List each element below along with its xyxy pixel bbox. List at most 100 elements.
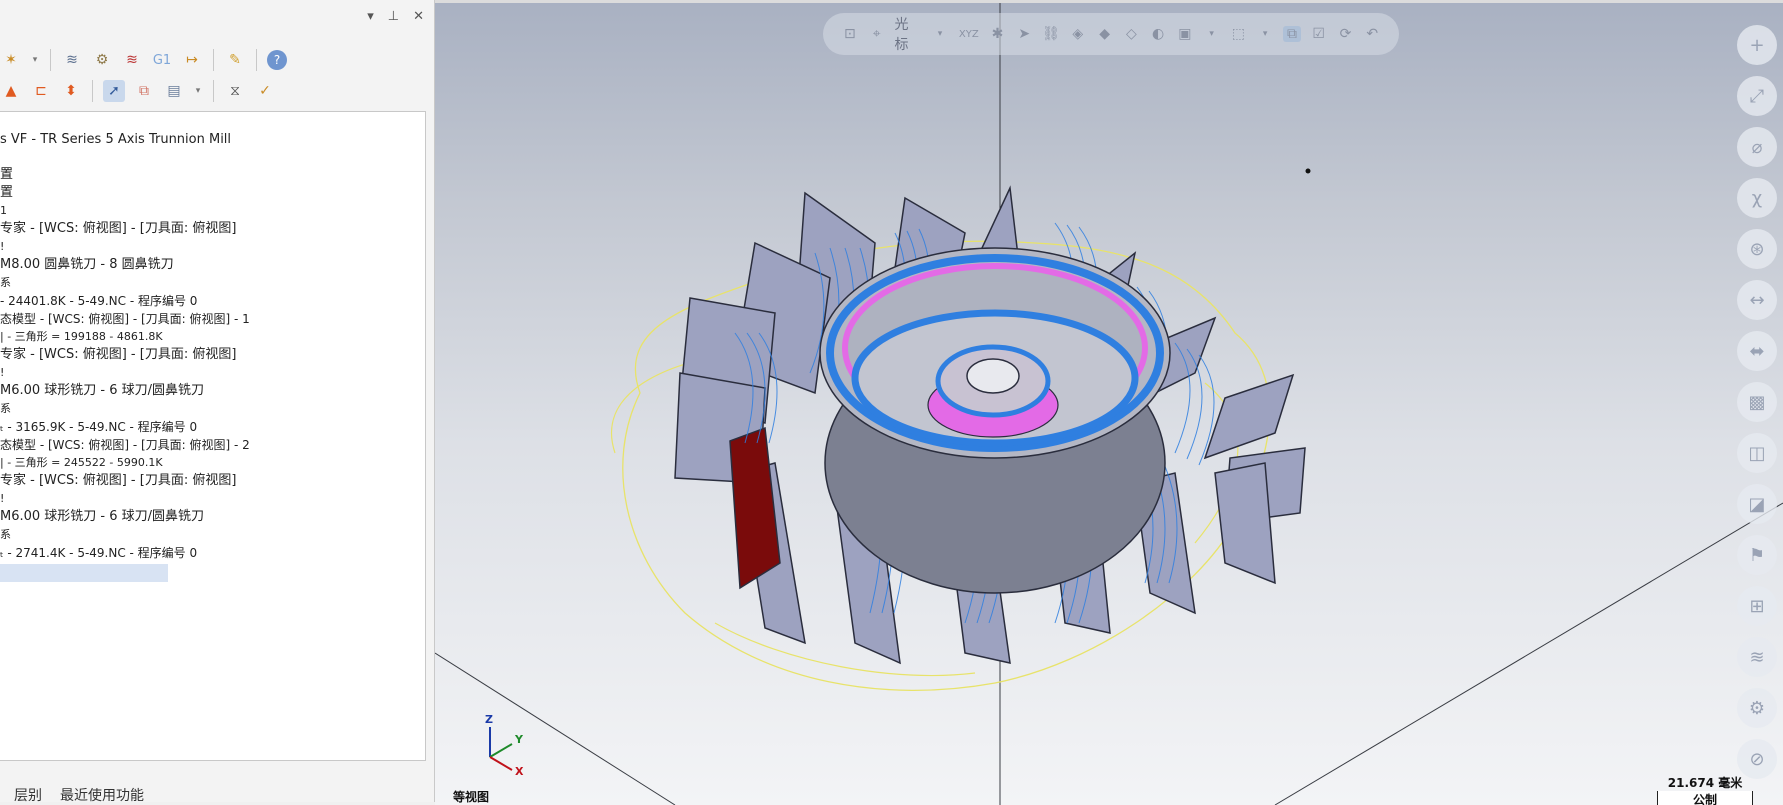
tree-item-operation[interactable]: 专家 - [WCS: 俯视图] - [刀具面: 俯视图] bbox=[0, 346, 236, 364]
cancel-icon[interactable]: ⊘ bbox=[1737, 739, 1777, 779]
dropdown-icon[interactable]: ▾ bbox=[931, 29, 949, 39]
solid-select-icon[interactable]: ◈ bbox=[1069, 26, 1087, 42]
dropdown-icon[interactable]: ▾ bbox=[1256, 29, 1274, 39]
axis-label-x: X bbox=[515, 765, 524, 778]
tree-item[interactable]: 置 bbox=[0, 184, 13, 202]
highlight-icon[interactable]: ✎ bbox=[224, 49, 246, 71]
filter-icon[interactable]: ▤ bbox=[163, 80, 185, 102]
selected-blade bbox=[729, 426, 781, 590]
pin-icon[interactable]: ⊥ bbox=[388, 10, 399, 24]
scale-indicator: 21.674 毫米 公制 bbox=[1657, 774, 1753, 805]
dropdown-icon[interactable]: ▾ bbox=[1203, 29, 1221, 39]
xyz-icon[interactable]: XYZ bbox=[958, 29, 980, 40]
pin-dropdown-icon[interactable]: ▾ bbox=[367, 10, 374, 24]
backplot-icon[interactable]: ⧖ bbox=[224, 80, 246, 102]
close-icon[interactable]: ✕ bbox=[413, 10, 424, 24]
flag-icon[interactable]: ⚑ bbox=[1737, 535, 1777, 575]
help-icon[interactable]: ? bbox=[267, 50, 287, 70]
scale-unit: 公制 bbox=[1692, 793, 1717, 805]
tree-item-tool[interactable]: M8.00 圆鼻铣刀 - 8 圆鼻铣刀 bbox=[0, 256, 174, 274]
verify-select-icon[interactable]: ▣ bbox=[1176, 26, 1194, 42]
tree-item[interactable]: ! bbox=[0, 490, 4, 508]
updown-icon[interactable]: ⬍ bbox=[60, 80, 82, 102]
color-select-icon[interactable]: ◐ bbox=[1149, 26, 1167, 42]
tree-item-tool[interactable]: M6.00 球形铣刀 - 6 球刀/圆鼻铣刀 bbox=[0, 382, 204, 400]
tree-item[interactable]: ! bbox=[0, 238, 4, 256]
tree-item[interactable]: ! bbox=[0, 364, 4, 382]
floor-line bbox=[435, 652, 676, 805]
grid-icon[interactable]: ⊞ bbox=[1737, 586, 1777, 626]
rotate-icon[interactable]: ⊛ bbox=[1737, 229, 1777, 269]
color-icon[interactable]: ◪ bbox=[1737, 484, 1777, 524]
tree-item-operation[interactable]: 专家 - [WCS: 俯视图] - [刀具面: 俯视图] bbox=[0, 220, 236, 238]
snap-icon[interactable]: ✱ bbox=[989, 26, 1007, 42]
gear-icon[interactable]: ⚙ bbox=[1737, 688, 1777, 728]
views-icon[interactable]: ◫ bbox=[1737, 433, 1777, 473]
tree-item-machine[interactable]: s VF - TR Series 5 Axis Trunnion Mill bbox=[0, 131, 231, 149]
viewport-right-toolbar: + ⤢ ⌀ χ ⊛ ↔ ⬌ ▩ ◫ ◪ ⚑ ⊞ ≋ ⚙ ⊘ bbox=[1733, 25, 1783, 785]
panel-bottom-tabs: 层别 最近使用功能 bbox=[0, 782, 434, 805]
tree-item-tool[interactable]: M6.00 球形铣刀 - 6 球刀/圆鼻铣刀 bbox=[0, 508, 204, 526]
tree-item[interactable]: 置 bbox=[0, 166, 13, 184]
panel-header: ▾ ⊥ ✕ bbox=[367, 10, 424, 24]
cursor-dot bbox=[1305, 168, 1311, 174]
axis-triad bbox=[489, 727, 513, 771]
tab-recent-functions[interactable]: 最近使用功能 bbox=[60, 785, 144, 805]
tree-item-nc-file[interactable]: ₜ - 2741.4K - 5-49.NC - 程序编号 0 bbox=[0, 544, 197, 562]
refresh-icon[interactable]: ⟳ bbox=[1337, 26, 1355, 42]
diameter-icon[interactable]: ⌀ bbox=[1737, 127, 1777, 167]
model-scene bbox=[435, 3, 1783, 805]
chain-icon[interactable]: ⛓ bbox=[1042, 26, 1060, 42]
lock-icon[interactable]: ⊡ bbox=[841, 26, 859, 42]
toolpath-op-icon[interactable]: ✶ bbox=[0, 49, 22, 71]
tree-item[interactable]: | - 三角形 = 199188 - 4861.8K bbox=[0, 328, 163, 346]
dirty-regen-icon[interactable]: ≋ bbox=[121, 49, 143, 71]
tree-item-nc-file[interactable]: - 24401.8K - 5-49.NC - 程序编号 0 bbox=[0, 292, 197, 310]
post-icon[interactable]: ↦ bbox=[181, 49, 203, 71]
toolpath-display-icon[interactable]: ⧉ bbox=[133, 80, 155, 102]
axis-icon[interactable]: ⤢ bbox=[1737, 76, 1777, 116]
tree-item-stock[interactable]: 态模型 - [WCS: 俯视图] - [刀具面: 俯视图] - 1 bbox=[0, 310, 250, 328]
tree-item[interactable]: | - 三角形 = 245522 - 5990.1K bbox=[0, 454, 163, 472]
zoom-in-icon[interactable]: + bbox=[1737, 25, 1777, 65]
verify-icon[interactable]: ✓ bbox=[254, 80, 276, 102]
distance-icon[interactable]: ↔ bbox=[1737, 280, 1777, 320]
cube-icon[interactable]: ▩ bbox=[1737, 382, 1777, 422]
tree-item[interactable]: 系 bbox=[0, 400, 11, 418]
select-arrow-icon[interactable]: ➤ bbox=[1015, 26, 1033, 42]
window-select-icon[interactable]: ⬚ bbox=[1230, 26, 1248, 42]
dropdown-icon[interactable]: ▾ bbox=[30, 49, 40, 71]
all-select-icon[interactable]: ⧉ bbox=[1283, 26, 1301, 42]
dropdown-icon[interactable]: ▾ bbox=[193, 80, 203, 102]
axis-label-z: Z bbox=[485, 713, 493, 726]
viewport-selection-bar: ⊡ ⌖ 光标 ▾ XYZ ✱ ➤ ⛓ ◈ ◆ ◇ ◐ ▣ ▾ ⬚ ▾ ⧉ ☑ ⟳… bbox=[823, 13, 1399, 55]
clear-select-icon[interactable]: ☑ bbox=[1310, 26, 1328, 42]
toolpaths-panel: ▾ ⊥ ✕ ✶ ▾ ≋ ⚙ ≋ G1 ↦ ✎ ? ▲ ⊏ ⬍ ➚ ⧉ ▤ ▾ ⧖… bbox=[0, 0, 435, 805]
regen-icon[interactable]: ≋ bbox=[61, 49, 83, 71]
scale-bar: 公制 bbox=[1657, 791, 1753, 805]
undo-select-icon[interactable]: ↶ bbox=[1363, 26, 1381, 42]
multi-regen-icon[interactable]: ⚙ bbox=[91, 49, 113, 71]
layers-icon[interactable]: ≋ bbox=[1737, 637, 1777, 677]
up-arrow-icon[interactable]: ▲ bbox=[0, 80, 22, 102]
tree-item[interactable]: 系 bbox=[0, 526, 11, 544]
cursor-mode-icon[interactable]: ⌖ bbox=[868, 26, 886, 42]
tree-item[interactable]: 系 bbox=[0, 274, 11, 292]
tab-levels[interactable]: 层别 bbox=[14, 785, 42, 805]
face-select-icon[interactable]: ◆ bbox=[1096, 26, 1114, 42]
measure-icon[interactable]: ⬌ bbox=[1737, 331, 1777, 371]
body-select-icon[interactable]: ◇ bbox=[1122, 26, 1140, 42]
floor-line bbox=[1274, 502, 1783, 805]
tree-item[interactable]: 1 bbox=[0, 202, 7, 220]
tree-item-stock[interactable]: 态模型 - [WCS: 俯视图] - [刀具面: 俯视图] - 2 bbox=[0, 436, 250, 454]
select-icon[interactable]: ➚ bbox=[103, 80, 125, 102]
tree-item-operation[interactable]: 专家 - [WCS: 俯视图] - [刀具面: 俯视图] bbox=[0, 472, 236, 490]
graphics-viewport[interactable]: Z Y X ⊡ ⌖ 光标 ▾ XYZ ✱ ➤ ⛓ ◈ ◆ ◇ ◐ ▣ ▾ ⬚ ▾… bbox=[435, 0, 1783, 805]
operations-tree: s VF - TR Series 5 Axis Trunnion Mill 置 … bbox=[0, 111, 426, 761]
panel-toolbar-row1: ✶ ▾ ≋ ⚙ ≋ G1 ↦ ✎ ? bbox=[0, 46, 287, 74]
curve-icon[interactable]: χ bbox=[1737, 178, 1777, 218]
cursor-mode-label[interactable]: 光标 bbox=[895, 14, 923, 54]
move-icon[interactable]: ⊏ bbox=[30, 80, 52, 102]
tree-item-nc-file[interactable]: ₜ - 3165.9K - 5-49.NC - 程序编号 0 bbox=[0, 418, 197, 436]
g1-icon[interactable]: G1 bbox=[151, 49, 173, 71]
